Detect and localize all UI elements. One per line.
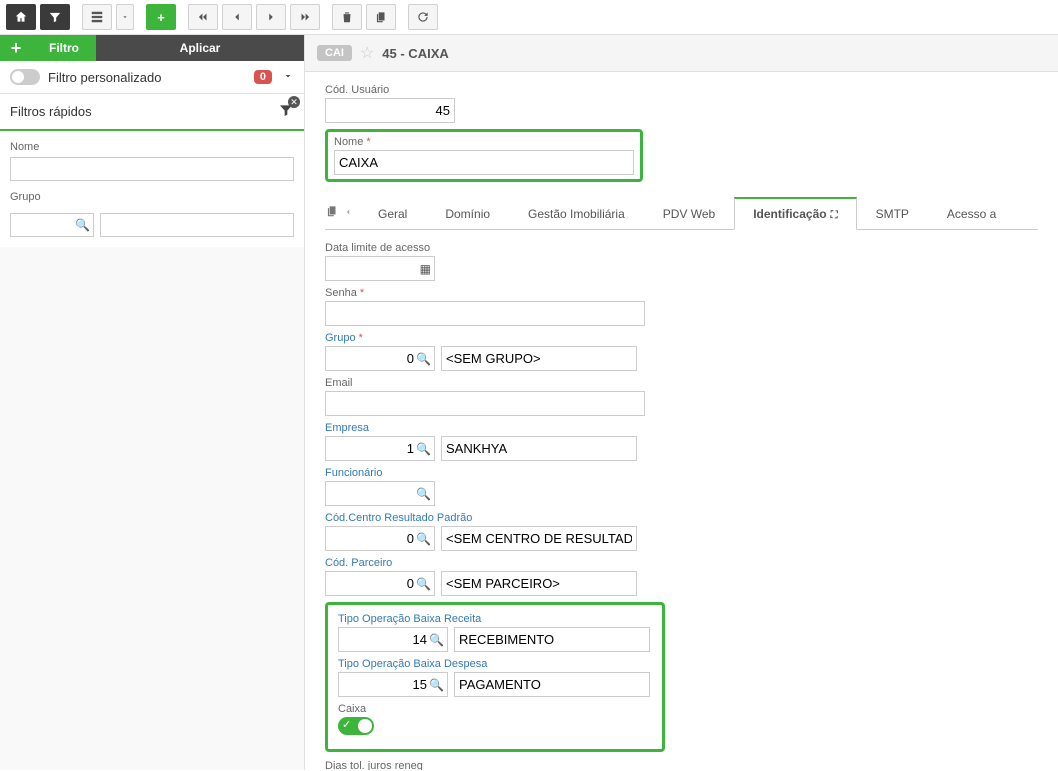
- favorite-star-icon[interactable]: ☆: [360, 43, 374, 63]
- add-filter-button[interactable]: +: [0, 35, 32, 61]
- tab-dominio[interactable]: Domínio: [426, 198, 509, 229]
- sidebar-nome-input[interactable]: [10, 157, 294, 181]
- filtro-personalizado-label: Filtro personalizado: [48, 70, 246, 85]
- empresa-label[interactable]: Empresa: [325, 422, 1038, 434]
- search-icon[interactable]: 🔍: [416, 487, 431, 501]
- grupo-label[interactable]: Grupo *: [325, 332, 1038, 344]
- record-pill: CAI: [317, 45, 352, 61]
- main-toolbar: +: [0, 0, 1058, 35]
- calendar-icon[interactable]: ▦: [420, 262, 431, 276]
- receita-desc-input[interactable]: [454, 627, 650, 652]
- tab-acesso[interactable]: Acesso a: [928, 198, 1015, 229]
- data-limite-input[interactable]: [325, 256, 435, 281]
- tab-pdv[interactable]: PDV Web: [644, 198, 734, 229]
- main-content: CAI ☆ 45 - CAIXA Cód. Usuário Nome *: [305, 35, 1058, 770]
- copy-button[interactable]: [366, 4, 396, 30]
- sidebar-nome-label: Nome: [10, 141, 294, 153]
- dias-label: Dias tol. juros reneg: [325, 760, 1038, 770]
- filtro-button[interactable]: Filtro: [32, 35, 96, 61]
- tab-smtp[interactable]: SMTP: [857, 198, 928, 229]
- last-page-button[interactable]: [290, 4, 320, 30]
- search-icon[interactable]: 🔍: [75, 218, 90, 232]
- add-button[interactable]: +: [146, 4, 176, 30]
- receita-label[interactable]: Tipo Operação Baixa Receita: [338, 613, 652, 625]
- caixa-toggle[interactable]: ✓: [338, 717, 374, 735]
- filter-expand-icon[interactable]: [282, 70, 294, 85]
- filter-count-badge: 0: [254, 70, 272, 84]
- next-button[interactable]: [256, 4, 286, 30]
- search-icon[interactable]: 🔍: [416, 352, 431, 366]
- grupo-desc-input[interactable]: [441, 346, 637, 371]
- parceiro-label[interactable]: Cód. Parceiro: [325, 557, 1038, 569]
- cod-usuario-label: Cód. Usuário: [325, 84, 1038, 96]
- funcionario-label[interactable]: Funcionário: [325, 467, 1038, 479]
- filtros-rapidos-title: Filtros rápidos: [10, 104, 92, 119]
- cod-usuario-input[interactable]: [325, 98, 455, 123]
- search-icon[interactable]: 🔍: [416, 532, 431, 546]
- clear-filters-icon[interactable]: ✕: [278, 102, 294, 121]
- senha-input[interactable]: [325, 301, 645, 326]
- parceiro-desc-input[interactable]: [441, 571, 637, 596]
- operacao-highlight: Tipo Operação Baixa Receita 🔍 Tipo Opera…: [325, 602, 665, 752]
- sidebar: + Filtro Aplicar Filtro personalizado 0 …: [0, 35, 305, 770]
- sidebar-grupo-label: Grupo: [10, 191, 294, 203]
- email-input[interactable]: [325, 391, 645, 416]
- tab-copy-icon[interactable]: [325, 204, 339, 221]
- nome-input[interactable]: [334, 150, 634, 175]
- first-page-button[interactable]: [188, 4, 218, 30]
- centro-label[interactable]: Cód.Centro Resultado Padrão: [325, 512, 1038, 524]
- despesa-desc-input[interactable]: [454, 672, 650, 697]
- search-icon[interactable]: 🔍: [429, 678, 444, 692]
- filter-toolbar-button[interactable]: [40, 4, 70, 30]
- filtro-personalizado-toggle[interactable]: [10, 69, 40, 85]
- aplicar-button[interactable]: Aplicar: [96, 35, 304, 61]
- data-limite-label: Data limite de acesso: [325, 242, 1038, 254]
- tab-identificacao[interactable]: Identificação⛶: [734, 197, 856, 230]
- sidebar-grupo-desc-input[interactable]: [100, 213, 294, 237]
- refresh-button[interactable]: [408, 4, 438, 30]
- grid-dropdown[interactable]: [116, 4, 134, 30]
- search-icon[interactable]: 🔍: [429, 633, 444, 647]
- home-button[interactable]: [6, 4, 36, 30]
- despesa-label[interactable]: Tipo Operação Baixa Despesa: [338, 658, 652, 670]
- caixa-label: Caixa: [338, 703, 652, 715]
- expand-icon[interactable]: ⛶: [831, 210, 838, 221]
- tab-bar: Geral Domínio Gestão Imobiliária PDV Web…: [325, 196, 1038, 230]
- delete-button[interactable]: [332, 4, 362, 30]
- senha-label: Senha *: [325, 287, 1038, 299]
- prev-button[interactable]: [222, 4, 252, 30]
- tab-geral[interactable]: Geral: [359, 198, 426, 229]
- email-label: Email: [325, 377, 1038, 389]
- centro-desc-input[interactable]: [441, 526, 637, 551]
- search-icon[interactable]: 🔍: [416, 442, 431, 456]
- page-title: 45 - CAIXA: [382, 46, 448, 61]
- search-icon[interactable]: 🔍: [416, 577, 431, 591]
- nome-label: Nome *: [334, 136, 634, 148]
- grid-button[interactable]: [82, 4, 112, 30]
- tab-gestao[interactable]: Gestão Imobiliária: [509, 198, 644, 229]
- empresa-desc-input[interactable]: [441, 436, 637, 461]
- nome-highlight: Nome *: [325, 129, 643, 182]
- tab-scroll-left-icon[interactable]: [343, 205, 353, 220]
